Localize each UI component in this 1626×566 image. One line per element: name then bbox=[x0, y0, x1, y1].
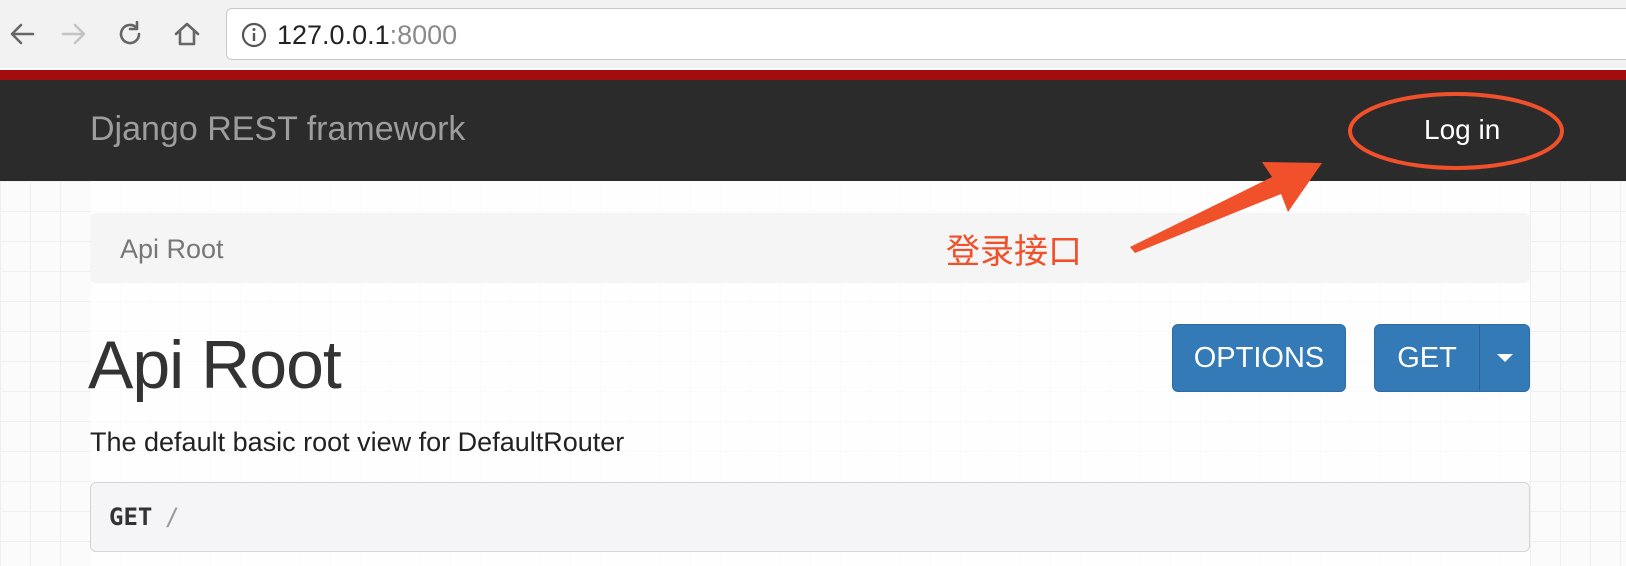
navbar: Django REST framework Log in bbox=[0, 80, 1626, 181]
get-button[interactable]: GET bbox=[1374, 324, 1480, 392]
reload-icon bbox=[119, 20, 141, 45]
home-button[interactable] bbox=[167, 14, 207, 54]
info-icon[interactable] bbox=[241, 22, 267, 48]
request-info: GET / bbox=[90, 482, 1530, 552]
request-path: / bbox=[165, 503, 180, 531]
url-host: 127.0.0.1 bbox=[277, 20, 390, 50]
annotation-label: 登录接口 bbox=[946, 232, 1082, 272]
back-button[interactable] bbox=[2, 14, 42, 54]
login-link[interactable]: Log in bbox=[1424, 114, 1500, 146]
reload-button[interactable] bbox=[110, 14, 150, 54]
breadcrumb: Api Root bbox=[90, 213, 1530, 283]
address-bar[interactable]: 127.0.0.1:8000 bbox=[226, 8, 1626, 60]
breadcrumb-item-api-root[interactable]: Api Root bbox=[120, 234, 224, 265]
request-method: GET bbox=[109, 503, 153, 531]
url-port: :8000 bbox=[389, 20, 458, 50]
forward-arrow-icon bbox=[61, 23, 86, 45]
caret-down-icon bbox=[1496, 354, 1513, 362]
home-icon bbox=[174, 22, 200, 46]
forward-button[interactable] bbox=[54, 14, 94, 54]
url-text: 127.0.0.1:8000 bbox=[277, 20, 457, 51]
get-format-dropdown[interactable] bbox=[1479, 324, 1530, 392]
options-button[interactable]: OPTIONS bbox=[1172, 324, 1346, 392]
back-arrow-icon bbox=[10, 23, 35, 45]
browser-toolbar: 127.0.0.1:8000 bbox=[0, 0, 1626, 68]
page-title: Api Root bbox=[88, 327, 342, 403]
brand-link[interactable]: Django REST framework bbox=[90, 110, 465, 149]
view-description: The default basic root view for DefaultR… bbox=[90, 427, 625, 457]
header-stripe bbox=[0, 70, 1626, 80]
